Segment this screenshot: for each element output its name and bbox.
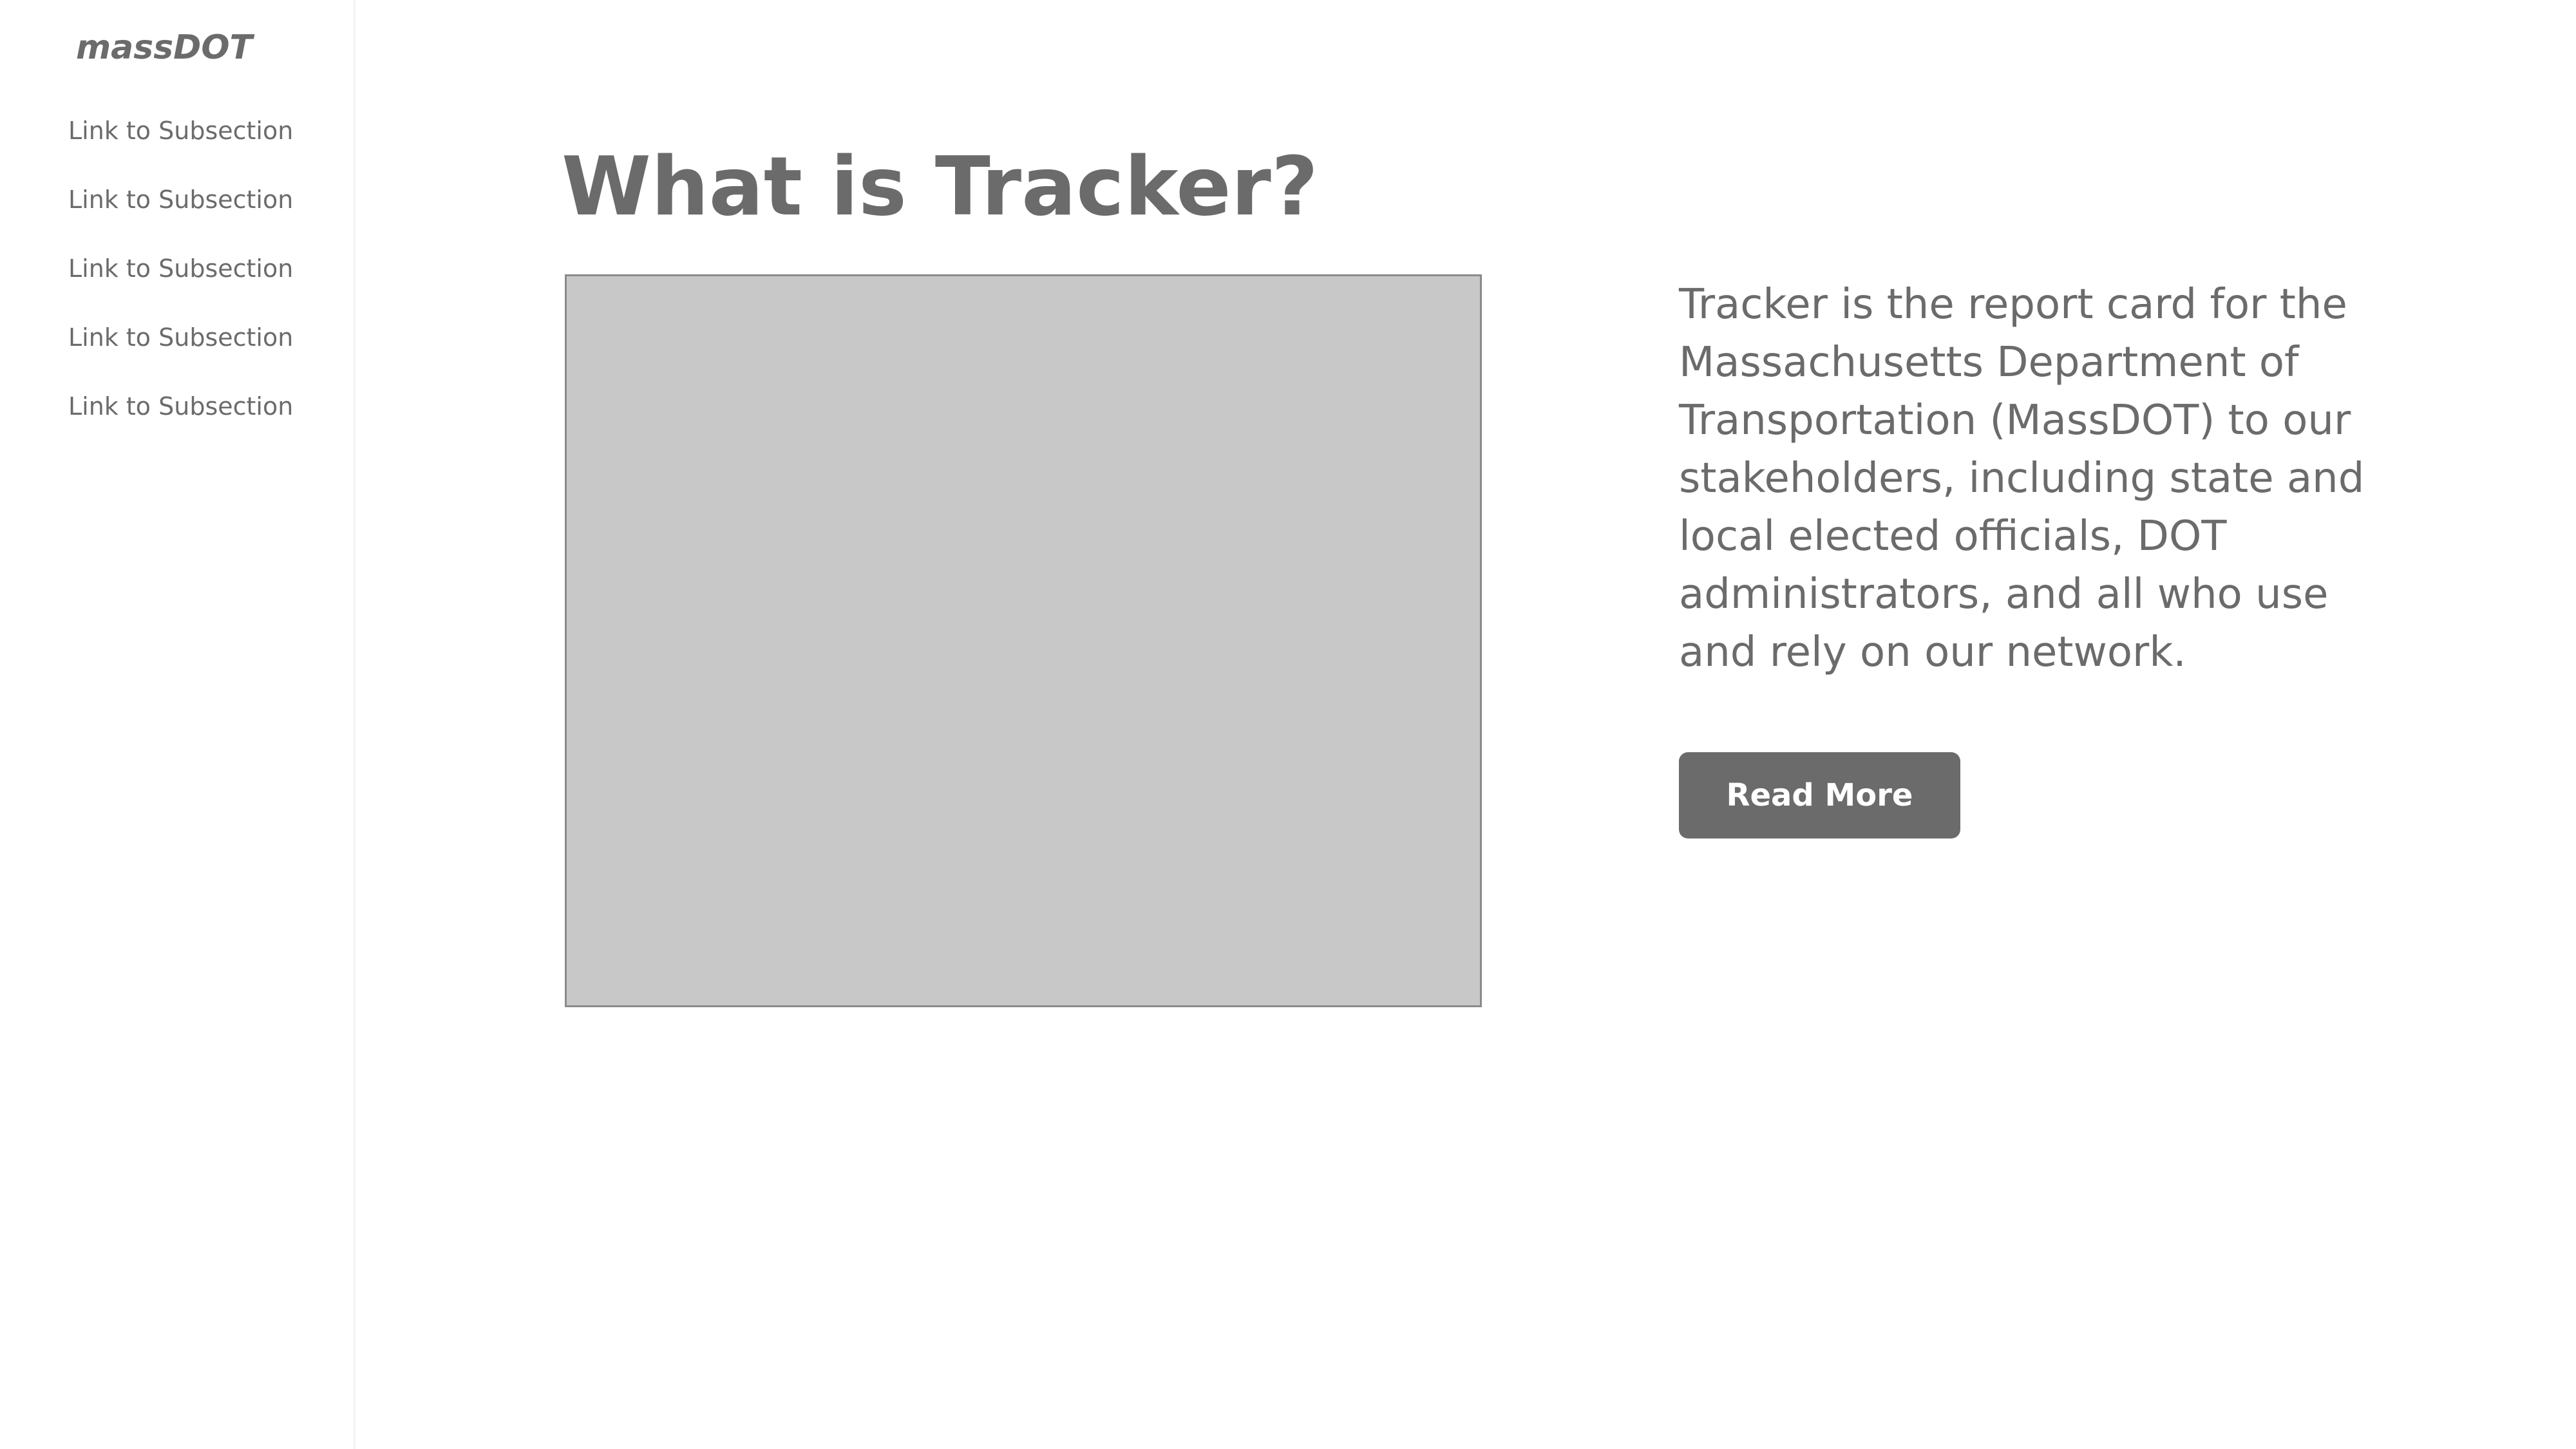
massdot-logo[interactable]: massDOT: [76, 28, 252, 67]
sidebar-item-subsection-1[interactable]: Link to Subsection: [68, 111, 293, 180]
tracker-description: Tracker is the report card for the Massa…: [1679, 281, 2365, 676]
page-title: What is Tracker?: [562, 139, 1318, 234]
sidebar: massDOT Link to Subsection Link to Subse…: [0, 0, 355, 1449]
sidebar-item-subsection-2[interactable]: Link to Subsection: [68, 180, 293, 249]
sidebar-item-subsection-3[interactable]: Link to Subsection: [68, 249, 293, 317]
page: massDOT Link to Subsection Link to Subse…: [0, 0, 2576, 1449]
media-placeholder: [565, 274, 1482, 1007]
sidebar-nav: Link to Subsection Link to Subsection Li…: [68, 111, 293, 455]
read-more-button[interactable]: Read More: [1679, 752, 1960, 838]
sidebar-item-subsection-5[interactable]: Link to Subsection: [68, 386, 293, 455]
sidebar-item-subsection-4[interactable]: Link to Subsection: [68, 317, 293, 386]
